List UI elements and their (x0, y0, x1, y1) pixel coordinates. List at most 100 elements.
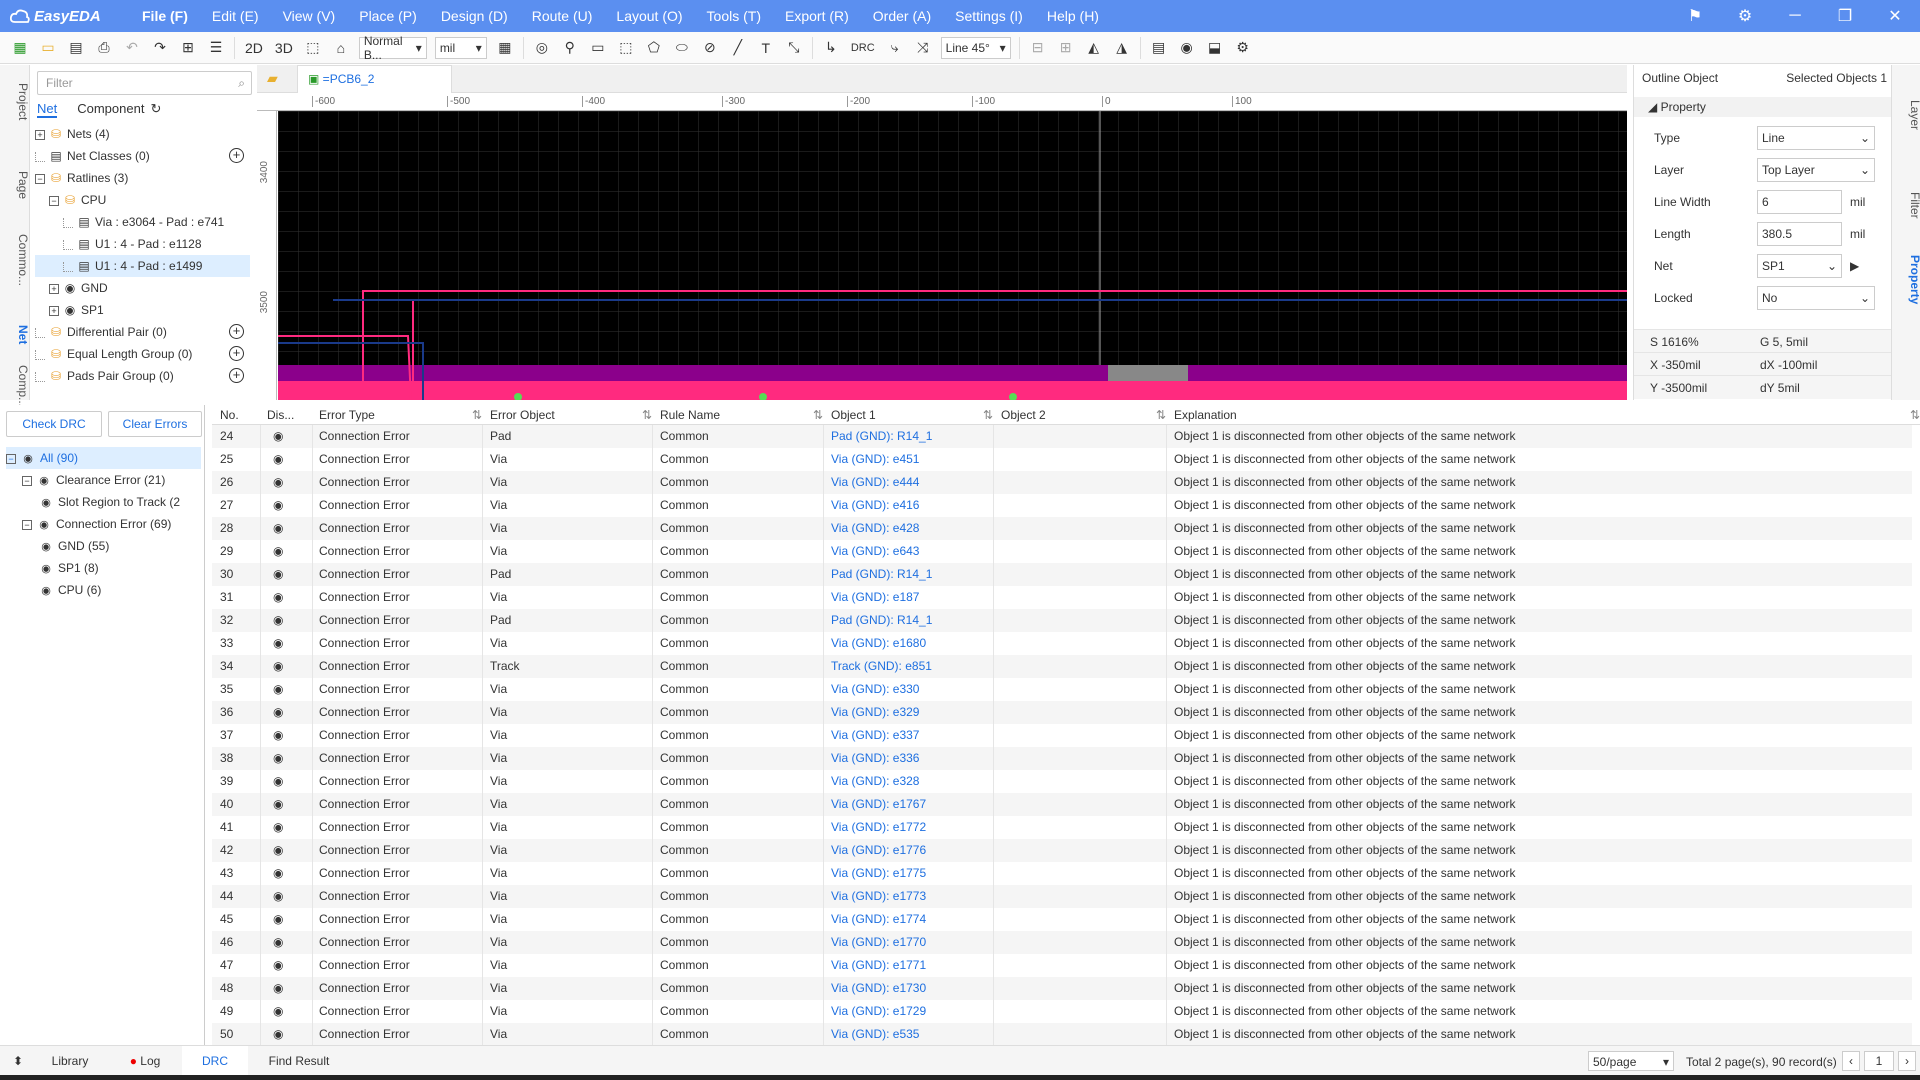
object-1-link[interactable]: Via (GND): e1772 (831, 820, 926, 834)
drc-tree-item[interactable]: − ◉ All (90) (6, 447, 201, 469)
eye-icon[interactable]: ◉ (273, 981, 283, 995)
select-region-icon[interactable]: ⬚ (615, 37, 637, 59)
zoom-fit-icon[interactable]: ⬚ (302, 37, 324, 59)
net-tree-item[interactable]: ▤ Via : e3064 - Pad : e741 (35, 211, 250, 233)
route-mode-select[interactable]: Normal B... ▾ (358, 34, 427, 62)
expand-icon[interactable]: − (49, 195, 59, 206)
eye-icon[interactable]: ◉ (273, 659, 283, 673)
table-row[interactable]: 42 Connection Error Via Common Via (GND): e1… (212, 839, 1912, 862)
import-icon[interactable]: ↳ (820, 37, 842, 59)
eye-icon[interactable]: ◉ (273, 751, 283, 765)
maximize-icon[interactable]: ❐ (1820, 6, 1870, 26)
pin-icon[interactable]: ⚲ (559, 37, 581, 59)
eye-icon[interactable]: ◉ (273, 544, 283, 558)
add-icon[interactable]: + (229, 148, 244, 163)
pcb-canvas[interactable] (278, 111, 1627, 400)
object-1-link[interactable]: Pad (GND): R14_1 (831, 429, 932, 443)
object-1-link[interactable]: Via (GND): e1776 (831, 843, 926, 857)
table-row[interactable]: 46 Connection Error Via Common Via (GND): e1… (212, 931, 1912, 954)
object-1-link[interactable]: Via (GND): e336 (831, 751, 919, 765)
menu-item-export[interactable]: Export (R) (773, 0, 861, 32)
menu-item-place[interactable]: Place (P) (347, 0, 429, 32)
drc-tree-item[interactable]: ◉ GND (55) (6, 535, 201, 557)
table-row[interactable]: 24 Connection Error Pad Common Pad (GND): R1… (212, 425, 1912, 448)
menu-item-edit[interactable]: Edit (E) (200, 0, 271, 32)
rect-icon[interactable]: ▭ (587, 37, 609, 59)
eye-icon[interactable]: ◉ (38, 536, 54, 558)
net-tree-item[interactable]: ▤ Net Classes (0) + (35, 145, 250, 167)
line-angle-select[interactable]: Line 45° ▾ (940, 36, 1011, 59)
drc-tree-item[interactable]: ◉ SP1 (8) (6, 557, 201, 579)
redo-icon[interactable]: ↷ (149, 37, 171, 59)
property-select[interactable]: Line ⌄ (1757, 126, 1875, 150)
property-input[interactable]: 6 (1757, 190, 1842, 214)
eye-icon[interactable]: ◉ (273, 866, 283, 880)
document-icon[interactable]: ▤ (1148, 37, 1170, 59)
tab-component[interactable]: Comp... (0, 365, 30, 407)
page-input[interactable]: 1 (1864, 1051, 1894, 1071)
property-select[interactable]: SP1 ⌄ (1757, 254, 1842, 278)
net-tree-item[interactable]: ⛁ Equal Length Group (0) + (35, 343, 250, 365)
net-tree-item[interactable]: ⛁ Pads Pair Group (0) + (35, 365, 250, 387)
expand-icon[interactable]: + (49, 283, 59, 294)
flip-icon[interactable]: ◭ (1083, 37, 1105, 59)
drc-tree-item[interactable]: ◉ CPU (6) (6, 579, 201, 601)
eye-icon[interactable]: ◉ (273, 682, 283, 696)
minimize-icon[interactable]: ─ (1770, 7, 1820, 25)
split-icon[interactable]: ⤨ (912, 37, 934, 59)
eye-icon[interactable]: ◉ (273, 429, 283, 443)
distribute-icon[interactable]: ⊞ (1055, 37, 1077, 59)
object-1-link[interactable]: Via (GND): e1730 (831, 981, 926, 995)
align-icon[interactable]: ⊟ (1027, 37, 1049, 59)
view-3d-button[interactable]: 3D (269, 40, 299, 56)
net-tree-item[interactable]: + ◉ SP1 (35, 299, 250, 321)
eye-icon[interactable]: ◉ (36, 470, 52, 492)
table-row[interactable]: 34 Connection Error Track Common Track (GND)… (212, 655, 1912, 678)
sort-icon[interactable]: ⇅ (642, 408, 652, 422)
property-select[interactable]: Top Layer ⌄ (1757, 158, 1875, 182)
check-drc-button[interactable]: Check DRC (6, 411, 102, 437)
table-row[interactable]: 33 Connection Error Via Common Via (GND): e1… (212, 632, 1912, 655)
tab-find-result[interactable]: Find Result (254, 1046, 344, 1076)
tab-net[interactable]: Net (37, 101, 58, 118)
eye-icon[interactable]: ◉ (273, 820, 283, 834)
eye-icon[interactable]: ◉ (273, 590, 283, 604)
net-tree-item[interactable]: ⛁ Differential Pair (0) + (35, 321, 250, 343)
object-1-link[interactable]: Via (GND): e187 (831, 590, 919, 604)
tab-layer[interactable]: Layer (1892, 95, 1920, 135)
app-logo[interactable]: EasyEDA (0, 8, 130, 25)
column-header[interactable]: Object 2 (1001, 408, 1046, 422)
flag-icon[interactable]: ⚑ (1670, 6, 1720, 26)
export-icon[interactable]: ⬓ (1204, 37, 1226, 59)
eye-icon[interactable]: ◉ (273, 521, 283, 535)
object-1-link[interactable]: Track (GND): e851 (831, 659, 932, 673)
table-row[interactable]: 41 Connection Error Via Common Via (GND): e1… (212, 816, 1912, 839)
tab-drc[interactable]: DRC (182, 1046, 248, 1076)
object-1-link[interactable]: Pad (GND): R14_1 (831, 567, 932, 581)
eye-icon[interactable]: ◉ (273, 613, 283, 627)
tab-component[interactable]: Component (77, 101, 144, 118)
object-1-link[interactable]: Via (GND): e444 (831, 475, 919, 489)
tab-net[interactable]: Net (0, 315, 30, 355)
list-icon[interactable]: ☰ (205, 37, 227, 59)
object-1-link[interactable]: Via (GND): e416 (831, 498, 919, 512)
clear-errors-button[interactable]: Clear Errors (108, 411, 202, 437)
eye-icon[interactable]: ◉ (273, 774, 283, 788)
new-icon[interactable]: ▦ (9, 37, 31, 59)
table-row[interactable]: 38 Connection Error Via Common Via (GND): e3… (212, 747, 1912, 770)
eye-icon[interactable]: ◉ (273, 452, 283, 466)
eye-icon[interactable]: ◉ (273, 843, 283, 857)
gear-icon[interactable]: ⚙ (1232, 37, 1254, 59)
add-icon[interactable]: + (229, 324, 244, 339)
expand-icon[interactable]: + (35, 129, 45, 140)
column-header[interactable]: Error Type (319, 408, 375, 422)
object-1-link[interactable]: Via (GND): e643 (831, 544, 919, 558)
table-row[interactable]: 39 Connection Error Via Common Via (GND): e3… (212, 770, 1912, 793)
tab-library[interactable]: Library (34, 1046, 106, 1076)
route-icon[interactable]: ⤷ (884, 37, 906, 59)
tab-project[interactable]: Project (0, 77, 30, 127)
table-row[interactable]: 31 Connection Error Via Common Via (GND): e1… (212, 586, 1912, 609)
object-1-link[interactable]: Via (GND): e428 (831, 521, 919, 535)
close-icon[interactable]: ✕ (1870, 6, 1920, 26)
object-1-link[interactable]: Via (GND): e1773 (831, 889, 926, 903)
